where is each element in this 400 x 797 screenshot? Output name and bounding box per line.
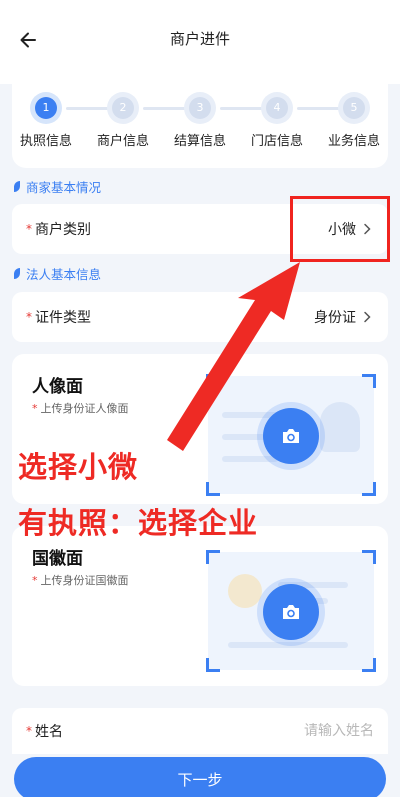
step-label: 业务信息 bbox=[327, 134, 380, 149]
id-type-value: 身份证 bbox=[314, 310, 356, 326]
emblem-silhouette bbox=[228, 574, 262, 608]
frame-corner bbox=[362, 550, 376, 564]
placeholder-line bbox=[222, 456, 278, 462]
step-label: 商户信息 bbox=[96, 134, 149, 149]
placeholder-line bbox=[222, 434, 268, 440]
name-input[interactable] bbox=[95, 723, 374, 739]
camera-icon bbox=[283, 605, 299, 619]
frame-corner bbox=[206, 550, 220, 564]
frame-corner bbox=[362, 658, 376, 672]
step-2[interactable]: 2 商户信息 bbox=[85, 92, 161, 149]
camera-button[interactable] bbox=[263, 408, 319, 464]
progress-steps: 1 执照信息 2 商户信息 3 结算信息 4 门店信息 5 业务信息 bbox=[12, 84, 388, 168]
leaf-icon bbox=[14, 268, 20, 279]
step-label: 执照信息 bbox=[19, 134, 72, 149]
camera-icon bbox=[283, 429, 299, 443]
required-mark: * bbox=[26, 310, 32, 324]
step-number: 4 bbox=[266, 97, 288, 119]
portrait-silhouette bbox=[320, 402, 360, 452]
next-step-button[interactable]: 下一步 bbox=[14, 757, 386, 797]
step-number: 5 bbox=[343, 97, 365, 119]
name-field-row: * 姓名 bbox=[12, 708, 388, 754]
merchant-type-label: 商户类别 bbox=[35, 222, 91, 238]
id-type-row[interactable]: * 证件类型 身份证 bbox=[12, 292, 388, 342]
annotation-line-1: 选择小微 bbox=[18, 450, 139, 484]
required-mark: * bbox=[26, 222, 32, 236]
frame-corner bbox=[206, 374, 220, 388]
step-number: 1 bbox=[35, 97, 57, 119]
emblem-upload-hint: * 上传身份证国徽面 bbox=[32, 574, 129, 587]
annotation-line-2: 有执照：选择企业 bbox=[18, 506, 259, 540]
emblem-upload-area[interactable] bbox=[206, 550, 376, 672]
step-1[interactable]: 1 执照信息 bbox=[8, 92, 84, 149]
frame-corner bbox=[362, 374, 376, 388]
placeholder-line bbox=[228, 642, 348, 648]
step-number: 3 bbox=[189, 97, 211, 119]
section-title-merchant: 商家基本情况 bbox=[14, 177, 101, 196]
step-3[interactable]: 3 结算信息 bbox=[162, 92, 238, 149]
portrait-upload-title: 人像面 bbox=[32, 377, 83, 397]
frame-corner bbox=[206, 482, 220, 496]
id-type-label: 证件类型 bbox=[35, 310, 91, 326]
emblem-upload-title: 国徽面 bbox=[32, 549, 83, 569]
chevron-right-icon bbox=[364, 311, 371, 323]
required-mark: * bbox=[26, 724, 32, 738]
page-title: 商户进件 bbox=[169, 30, 230, 48]
portrait-upload-area[interactable] bbox=[206, 374, 376, 496]
step-label: 结算信息 bbox=[173, 134, 226, 149]
leaf-icon bbox=[14, 181, 20, 192]
portrait-upload-hint: * 上传身份证人像面 bbox=[32, 402, 129, 415]
section-title-legal: 法人基本信息 bbox=[14, 264, 101, 283]
header-bar: 商户进件 bbox=[0, 0, 400, 84]
emblem-upload-card: 国徽面 * 上传身份证国徽面 bbox=[12, 526, 388, 686]
step-5[interactable]: 5 业务信息 bbox=[316, 92, 392, 149]
name-label: 姓名 bbox=[35, 724, 63, 740]
camera-button[interactable] bbox=[263, 584, 319, 640]
step-4[interactable]: 4 门店信息 bbox=[239, 92, 315, 149]
annotation-highlight-box bbox=[290, 196, 390, 262]
frame-corner bbox=[206, 658, 220, 672]
step-number: 2 bbox=[112, 97, 134, 119]
step-label: 门店信息 bbox=[250, 134, 303, 149]
frame-corner bbox=[362, 482, 376, 496]
